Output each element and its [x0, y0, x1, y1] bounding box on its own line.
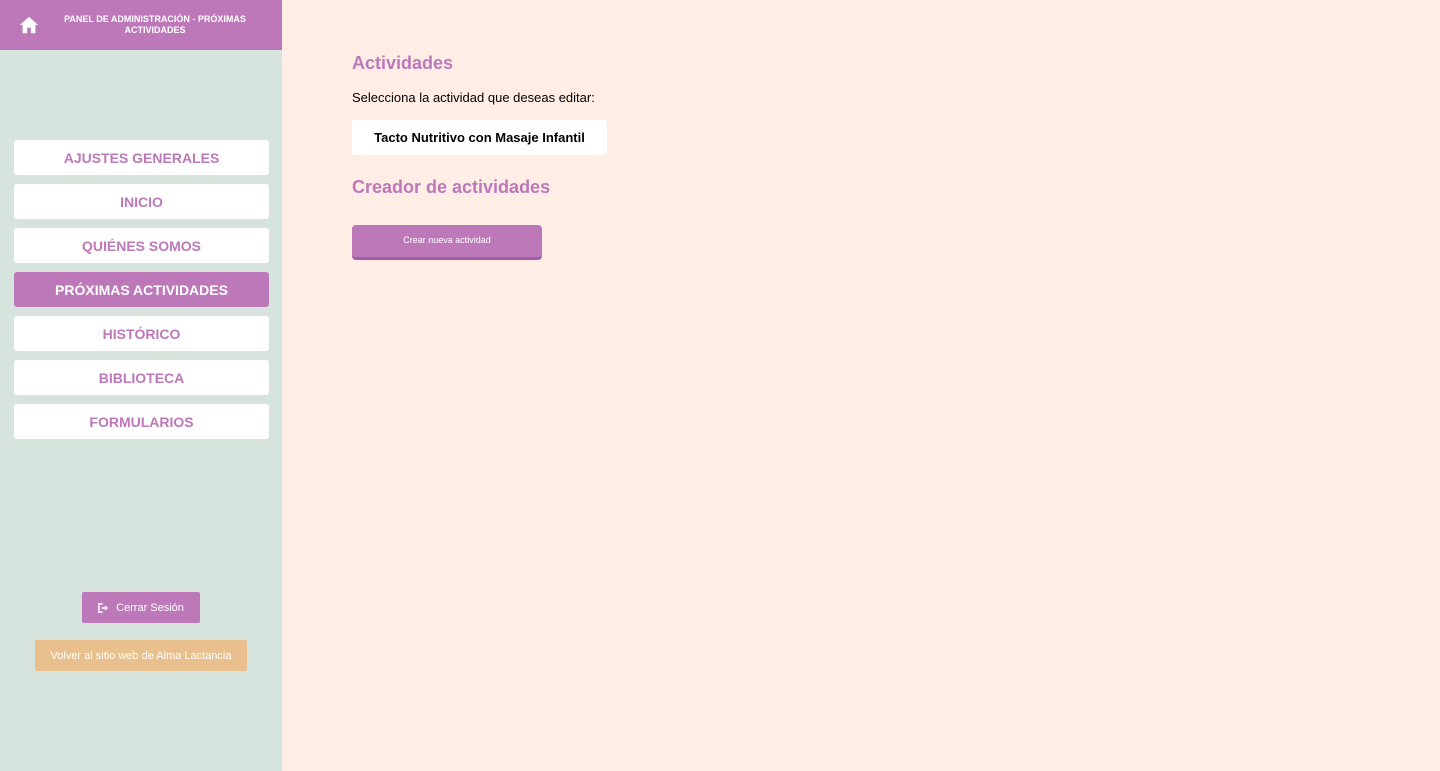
activity-creator-title: Creador de actividades — [352, 177, 551, 197]
sidebar-item-biblioteca[interactable]: BIBLIOTECA — [14, 360, 269, 395]
sidebar: PANEL DE ADMINISTRACIÓN - PRÓXIMAS ACTIV… — [0, 0, 282, 771]
back-to-site-label: Volver al sitio web de Alma Lactancia — [50, 649, 232, 662]
home-icon[interactable] — [18, 14, 40, 36]
sidebar-item-inicio[interactable]: INICIO — [14, 184, 269, 219]
sidebar-header: PANEL DE ADMINISTRACIÓN - PRÓXIMAS ACTIV… — [0, 0, 282, 50]
create-activity-button[interactable]: Crear nueva actividad — [352, 225, 542, 260]
logout-label: Cerrar Sesión — [116, 601, 184, 614]
activity-button[interactable]: Tacto Nutritivo con Masaje Infantil — [352, 120, 607, 155]
sidebar-item-ajustes-generales[interactable]: AJUSTES GENERALES — [14, 140, 269, 175]
panel-title: PANEL DE ADMINISTRACIÓN - PRÓXIMAS ACTIV… — [64, 14, 246, 35]
sidebar-item-quienes-somos[interactable]: QUIÉNES SOMOS — [14, 228, 269, 263]
sidebar-nav: AJUSTES GENERALES INICIO QUIÉNES SOMOS P… — [14, 140, 269, 448]
sidebar-item-proximas-actividades[interactable]: PRÓXIMAS ACTIVIDADES — [14, 272, 269, 307]
main-content: Actividades Selecciona la actividad que … — [282, 0, 1440, 771]
sign-out-icon — [98, 602, 109, 613]
logout-button[interactable]: Cerrar Sesión — [82, 592, 200, 623]
sidebar-item-formularios[interactable]: FORMULARIOS — [14, 404, 269, 439]
select-activity-prompt: Selecciona la actividad que deseas edita… — [352, 90, 595, 105]
activities-title: Actividades — [352, 53, 454, 73]
back-to-site-button[interactable]: Volver al sitio web de Alma Lactancia — [35, 640, 247, 671]
sidebar-item-historico[interactable]: HISTÓRICO — [14, 316, 269, 351]
